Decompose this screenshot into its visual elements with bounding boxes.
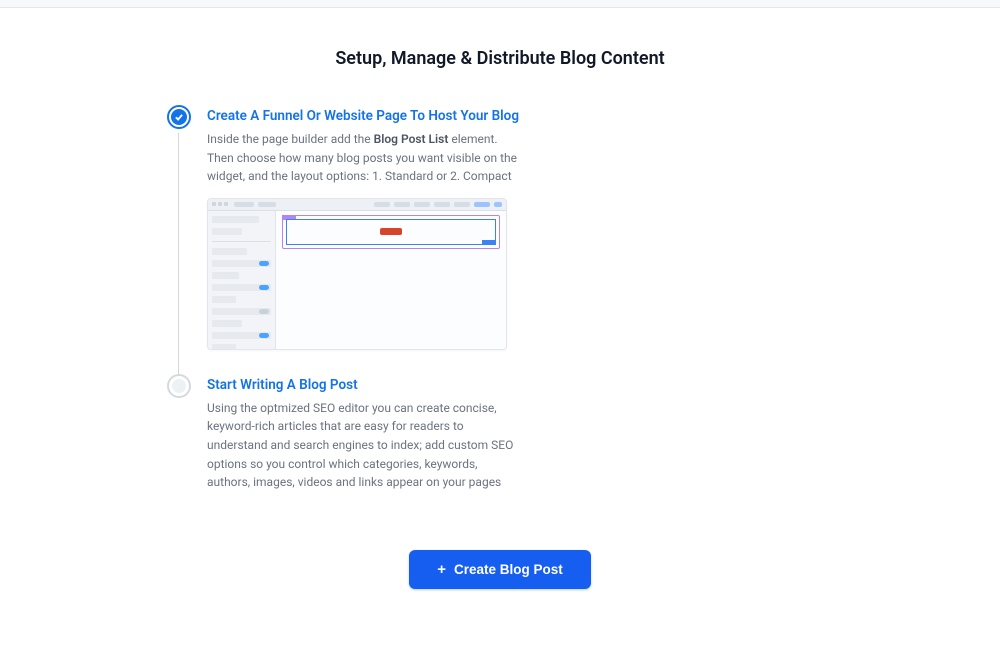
step-1-screenshot <box>207 198 507 350</box>
screenshot-toolbar <box>208 199 506 211</box>
top-bar <box>0 0 1000 8</box>
step-2-title[interactable]: Start Writing A Blog Post <box>207 377 835 393</box>
step-done-icon <box>167 105 191 129</box>
screenshot-selection-inner <box>286 219 496 245</box>
cta-label: Create Blog Post <box>454 562 563 577</box>
step-2-indicator <box>165 374 193 398</box>
cta-row: + Create Blog Post <box>0 550 1000 589</box>
step-1-body: Create A Funnel Or Website Page To Host … <box>193 105 835 374</box>
step-1: Create A Funnel Or Website Page To Host … <box>165 105 835 374</box>
step-2-body: Start Writing A Blog Post Using the optm… <box>193 374 835 528</box>
step-1-description: Inside the page builder add the Blog Pos… <box>207 130 517 186</box>
screenshot-canvas <box>276 211 506 349</box>
step-1-desc-bold: Blog Post List <box>374 132 449 146</box>
check-icon <box>174 112 184 122</box>
step-connector <box>178 133 179 382</box>
step-2: Start Writing A Blog Post Using the optm… <box>165 374 835 528</box>
step-1-indicator <box>165 105 193 129</box>
step-pending-icon <box>167 374 191 398</box>
page-content: Setup, Manage & Distribute Blog Content … <box>0 8 1000 649</box>
steps-list: Create A Funnel Or Website Page To Host … <box>165 105 835 528</box>
step-1-title[interactable]: Create A Funnel Or Website Page To Host … <box>207 108 835 124</box>
step-2-description: Using the optmized SEO editor you can cr… <box>207 399 517 492</box>
page-title: Setup, Manage & Distribute Blog Content <box>0 48 1000 69</box>
screenshot-sidebar <box>208 211 276 349</box>
create-blog-post-button[interactable]: + Create Blog Post <box>409 550 591 589</box>
plus-icon: + <box>437 562 446 577</box>
step-1-desc-pre: Inside the page builder add the <box>207 132 374 146</box>
